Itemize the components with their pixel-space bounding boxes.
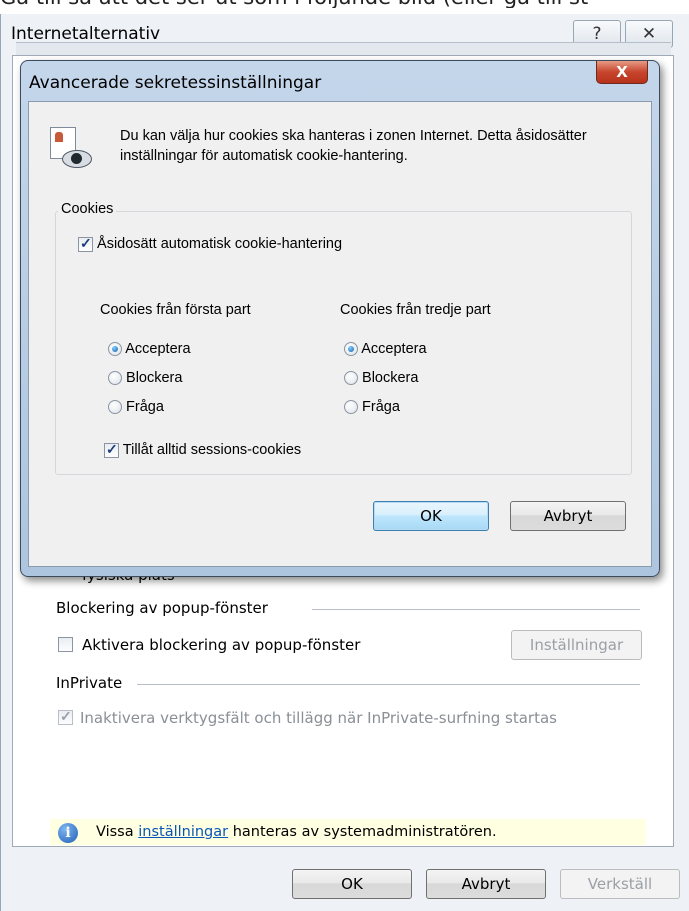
- popup-settings-button[interactable]: Inställningar: [511, 630, 642, 660]
- session-cookies-checkbox[interactable]: [104, 441, 119, 458]
- first-party-prompt[interactable]: Fråga: [108, 399, 164, 415]
- popup-section-label: Blockering av popup-fönster: [56, 599, 268, 617]
- inner-cancel-button[interactable]: Avbryt: [510, 501, 626, 531]
- first-party-block[interactable]: Blockera: [108, 370, 182, 386]
- eye-icon: [62, 150, 92, 168]
- third-party-block[interactable]: Blockera: [344, 370, 418, 386]
- popup-checkbox-label: Aktivera blockering av popup-fönster: [82, 636, 361, 654]
- apply-button[interactable]: Verkställ: [560, 869, 680, 899]
- ok-button[interactable]: OK: [292, 869, 412, 899]
- radio-label: Fråga: [126, 399, 164, 415]
- inprivate-section-label: InPrivate: [56, 674, 123, 692]
- cancel-button[interactable]: Avbryt: [426, 869, 546, 899]
- radio-label: Blockera: [362, 370, 419, 386]
- third-party-prompt[interactable]: Fråga: [344, 399, 400, 415]
- info-prefix: Vissa: [96, 824, 139, 840]
- inner-dialog-title: Avancerade sekretessinställningar: [29, 73, 322, 93]
- radio-button[interactable]: [108, 400, 122, 415]
- override-row[interactable]: Åsidosätt automatisk cookie-hantering: [78, 235, 343, 252]
- override-label: Åsidosätt automatisk cookie-hantering: [97, 236, 343, 252]
- background-text: Gå till så att det ser ut som i följande…: [0, 0, 689, 8]
- inprivate-checkbox[interactable]: [58, 708, 73, 725]
- section-divider: [312, 609, 640, 610]
- radio-label: Acceptera: [125, 341, 191, 357]
- inprivate-checkbox-label: Inaktivera verktygsfält och tillägg när …: [80, 709, 557, 727]
- info-suffix: hanteras av systemadministratören.: [228, 824, 497, 840]
- radio-button[interactable]: [108, 342, 122, 357]
- settings-link[interactable]: inställningar: [138, 824, 228, 840]
- description-text: Du kan välja hur cookies ska hanteras i …: [120, 128, 587, 164]
- radio-button[interactable]: [344, 400, 358, 415]
- radio-button[interactable]: [344, 342, 358, 357]
- info-text: Vissa inställningar hanteras av systemad…: [96, 824, 497, 840]
- third-party-accept[interactable]: Acceptera: [344, 341, 427, 357]
- popup-checkbox[interactable]: [58, 637, 73, 652]
- first-party-heading: Cookies från första part: [100, 302, 251, 318]
- inner-close-button[interactable]: X: [596, 61, 648, 84]
- radio-label: Fråga: [362, 399, 400, 415]
- first-party-accept[interactable]: Acceptera: [108, 341, 191, 357]
- dialog-title: Internetalternativ: [11, 24, 161, 44]
- info-icon: i: [58, 823, 78, 843]
- radio-label: Acceptera: [361, 341, 427, 357]
- section-divider: [137, 684, 640, 685]
- override-checkbox[interactable]: [78, 235, 93, 252]
- radio-button[interactable]: [344, 371, 358, 386]
- radio-button[interactable]: [108, 371, 122, 386]
- third-party-heading: Cookies från tredje part: [340, 302, 491, 318]
- radio-label: Blockera: [126, 370, 183, 386]
- session-cookies-label: Tillåt alltid sessions-cookies: [122, 442, 302, 458]
- cookies-group-label: Cookies: [58, 201, 117, 217]
- session-cookies-row[interactable]: Tillåt alltid sessions-cookies: [104, 441, 302, 458]
- inner-ok-button[interactable]: OK: [373, 501, 489, 531]
